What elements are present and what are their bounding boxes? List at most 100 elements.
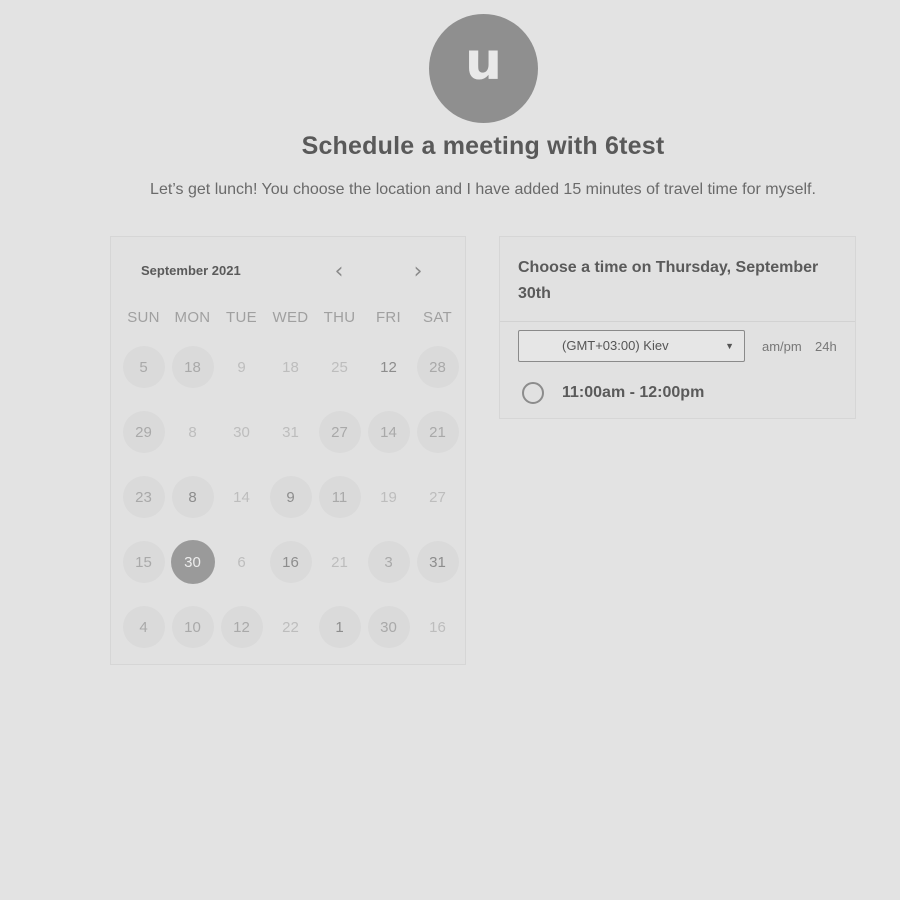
calendar-day: 14 <box>217 475 266 519</box>
calendar-day-number: 30 <box>367 606 410 648</box>
calendar-week-row: 15 30 6 16 21 3 31 <box>119 540 469 605</box>
calendar-day[interactable]: 21 <box>413 410 462 454</box>
calendar-day[interactable]: 31 <box>413 540 462 584</box>
time-slot-label: 11:00am - 12:00pm <box>562 384 705 401</box>
calendar-day: 30 <box>217 410 266 454</box>
calendar-week-row: 4 10 12 22 1 30 16 <box>119 605 469 670</box>
calendar-day[interactable]: 30 <box>364 605 413 649</box>
calendar-week-row: 5 18 9 18 25 12 28 <box>119 345 469 410</box>
calendar-day: 31 <box>266 410 315 454</box>
calendar-day: 18 <box>266 345 315 389</box>
calendar-day-number: 22 <box>282 618 299 636</box>
meeting-description: Let’s get lunch! You choose the location… <box>150 181 816 198</box>
scheduling-page: u Schedule a meeting with 6test Let’s ge… <box>0 0 900 900</box>
calendar-day-number: 9 <box>269 476 312 518</box>
avatar: u <box>429 14 538 123</box>
calendar-day-number: 9 <box>237 358 246 376</box>
calendar-day-number: 21 <box>331 553 348 571</box>
calendar-day[interactable]: 23 <box>119 475 168 519</box>
calendar-day-number: 25 <box>331 358 348 376</box>
calendar-day-number: 16 <box>269 541 312 583</box>
month-label: September 2021 <box>141 263 241 278</box>
calendar-day[interactable]: 15 <box>119 540 168 584</box>
calendar-day[interactable]: 3 <box>364 540 413 584</box>
calendar-day-number: 19 <box>380 488 397 506</box>
calendar-day-number: 3 <box>367 541 410 583</box>
weekday-label: FRI <box>375 309 402 326</box>
calendar-day-number: 31 <box>416 541 459 583</box>
timezone-value: (GMT+03:00) Kiev <box>562 338 669 353</box>
calendar-day[interactable]: 16 <box>266 540 315 584</box>
calendar-day[interactable]: 5 <box>119 345 168 389</box>
weekday-label: THU <box>323 309 356 326</box>
weekday-header: SUN MON TUE WED THU FRI SAT <box>119 309 469 326</box>
calendar-week-row: 29 8 30 31 27 14 21 <box>119 410 469 475</box>
chevron-left-icon[interactable]: ‹ <box>328 261 350 283</box>
calendar-day: 22 <box>266 605 315 649</box>
radio-button[interactable] <box>522 382 544 404</box>
weekday-label: WED <box>272 309 309 326</box>
calendar-day: 9 <box>217 345 266 389</box>
calendar-day: 12 <box>364 345 413 389</box>
calendar-day[interactable]: 10 <box>168 605 217 649</box>
calendar-day-number: 30 <box>170 540 215 584</box>
calendar-day-number: 28 <box>416 346 459 388</box>
calendar-day-number: 1 <box>318 606 361 648</box>
divider <box>500 321 855 322</box>
weekday-label: SUN <box>127 309 160 326</box>
ampm-format-toggle[interactable]: am/pm <box>762 339 802 354</box>
calendar-grid: 5 18 9 18 25 12 28 29 8 30 31 27 14 21 23 8 14 9 11 19 27 15 3… <box>119 345 469 670</box>
calendar-day-number: 16 <box>429 618 446 636</box>
calendar-day[interactable]: 27 <box>315 410 364 454</box>
calendar-day[interactable]: 18 <box>168 345 217 389</box>
calendar-day-number: 6 <box>237 553 246 571</box>
calendar-day-number: 8 <box>171 476 214 518</box>
calendar-day-number: 27 <box>318 411 361 453</box>
calendar-day[interactable]: 12 <box>217 605 266 649</box>
calendar-day-number: 10 <box>171 606 214 648</box>
calendar-day[interactable]: 9 <box>266 475 315 519</box>
calendar-day: 6 <box>217 540 266 584</box>
calendar-day: 16 <box>413 605 462 649</box>
weekday-label: TUE <box>226 309 257 326</box>
calendar-day-number: 21 <box>416 411 459 453</box>
calendar-day[interactable]: 28 <box>413 345 462 389</box>
calendar-day-number: 31 <box>282 423 299 441</box>
calendar-day[interactable]: 29 <box>119 410 168 454</box>
calendar-day-number: 11 <box>318 476 361 518</box>
calendar-day-number: 18 <box>171 346 214 388</box>
weekday-label: MON <box>174 309 211 326</box>
weekday-label: SAT <box>423 309 452 326</box>
calendar-day-selected[interactable]: 30 <box>168 540 217 584</box>
calendar-day[interactable]: 11 <box>315 475 364 519</box>
time-heading: Choose a time on Thursday, September 30t… <box>518 259 819 302</box>
calendar-day: 25 <box>315 345 364 389</box>
calendar-day-number: 29 <box>122 411 165 453</box>
calendar-day[interactable]: 8 <box>168 475 217 519</box>
time-selection-card: Choose a time on Thursday, September 30t… <box>499 236 856 419</box>
timezone-select[interactable]: (GMT+03:00) Kiev ▼ <box>518 330 745 362</box>
calendar-day-number: 14 <box>233 488 250 506</box>
calendar-day: 19 <box>364 475 413 519</box>
calendar-day: 27 <box>413 475 462 519</box>
24h-format-toggle[interactable]: 24h <box>815 339 837 354</box>
caret-down-icon: ▼ <box>725 341 734 351</box>
calendar-week-row: 23 8 14 9 11 19 27 <box>119 475 469 540</box>
calendar-day-number: 14 <box>367 411 410 453</box>
calendar-day-number: 30 <box>233 423 250 441</box>
chevron-right-icon[interactable]: › <box>407 261 429 283</box>
calendar-day: 21 <box>315 540 364 584</box>
calendar-day-number: 8 <box>188 423 197 441</box>
calendar-day[interactable]: 14 <box>364 410 413 454</box>
page-title: Schedule a meeting with 6test <box>301 132 665 160</box>
calendar-day-number: 27 <box>429 488 446 506</box>
calendar-day[interactable]: 4 <box>119 605 168 649</box>
calendar-card: September 2021 ‹ › SUN MON TUE WED THU F… <box>110 236 466 665</box>
calendar-day-number: 12 <box>380 358 397 376</box>
calendar-day-number: 18 <box>282 358 299 376</box>
calendar-day-number: 12 <box>220 606 263 648</box>
calendar-day[interactable]: 1 <box>315 605 364 649</box>
calendar-day-number: 15 <box>122 541 165 583</box>
time-slot-option[interactable]: 11:00am - 12:00pm <box>522 382 704 404</box>
calendar-day-number: 4 <box>122 606 165 648</box>
